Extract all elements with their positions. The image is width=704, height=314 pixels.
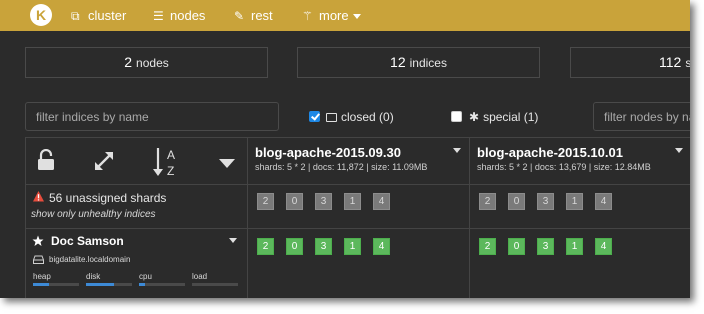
- special-checkbox[interactable]: [451, 111, 462, 122]
- index-menu-caret-icon[interactable]: [453, 148, 461, 153]
- node-name[interactable]: Doc Samson: [51, 234, 124, 248]
- shard-box[interactable]: 3: [537, 238, 554, 255]
- stat-indices-label: indices: [409, 56, 447, 70]
- asterisk-icon: ✱: [469, 110, 480, 124]
- nav-more[interactable]: ⚚ more: [302, 8, 361, 24]
- sort-z-label: Z: [167, 164, 174, 178]
- index-name[interactable]: blog-apache-2015.09.30: [255, 145, 401, 160]
- nav-more-label: more: [319, 8, 349, 23]
- sort-alpha-icon[interactable]: A Z: [153, 146, 181, 178]
- special-toggle[interactable]: ✱ special (1): [469, 110, 538, 124]
- special-label: special (1): [483, 110, 539, 124]
- shard-box[interactable]: 1: [566, 193, 583, 210]
- heap-fill: [33, 283, 50, 286]
- stat-nodes: 2 nodes: [25, 47, 268, 78]
- column-divider: [25, 137, 26, 298]
- app-window: K ⧉ cluster ☰ nodes ✎ rest ⚚ more 2 nodes 12 i…: [0, 0, 690, 298]
- cluster-overview-table: A Z blog-apache-2015.09.30 shards: 5 * 2…: [25, 137, 690, 298]
- index-meta: shards: 5 * 2 | docs: 11,872 | size: 11.…: [255, 162, 428, 172]
- stat-shards-label: s: [685, 56, 690, 70]
- nav-rest-label: rest: [251, 8, 273, 23]
- sitemap-icon: ⧉: [71, 9, 80, 23]
- index-menu-caret-icon[interactable]: [675, 148, 683, 153]
- caret-down-icon: [352, 14, 361, 20]
- cpu-label: cpu: [139, 272, 152, 281]
- closed-toggle[interactable]: closed (0): [326, 110, 394, 124]
- cpu-bar: [139, 283, 185, 286]
- stat-indices: 12 indices: [297, 47, 540, 78]
- heap-bar: [33, 283, 79, 286]
- shard-box[interactable]: 4: [373, 193, 390, 210]
- star-icon: [32, 235, 44, 246]
- expand-icon[interactable]: [93, 150, 115, 172]
- cpu-fill: [139, 283, 145, 286]
- shard-box[interactable]: 2: [479, 193, 496, 210]
- nav-nodes[interactable]: ☰ nodes: [153, 8, 205, 24]
- shard-box[interactable]: 2: [479, 238, 496, 255]
- column-divider: [247, 137, 248, 298]
- index-meta: shards: 5 * 2 | docs: 13,679 | size: 12.…: [477, 162, 651, 172]
- row-divider: [25, 137, 690, 138]
- disk-metric: disk: [86, 272, 132, 286]
- top-navbar: K ⧉ cluster ☰ nodes ✎ rest ⚚ more: [0, 0, 690, 31]
- shard-box[interactable]: 3: [315, 238, 332, 255]
- shard-box[interactable]: 2: [257, 238, 274, 255]
- hdd-icon: [33, 255, 44, 264]
- folder-icon: [326, 113, 337, 123]
- shard-box[interactable]: 4: [595, 193, 612, 210]
- shard-box[interactable]: 0: [508, 193, 525, 210]
- heap-label: heap: [33, 272, 51, 281]
- list-icon: ☰: [153, 9, 164, 23]
- magic-wand-icon: ⚚: [302, 9, 313, 23]
- closed-checkbox[interactable]: [309, 111, 320, 122]
- load-metric: load: [192, 272, 238, 286]
- node-hostname: bigdatalite.localdomain: [49, 255, 131, 264]
- app-logo[interactable]: K: [30, 4, 52, 26]
- shard-box[interactable]: 0: [286, 193, 303, 210]
- shard-box[interactable]: 3: [537, 193, 554, 210]
- heap-metric: heap: [33, 272, 79, 286]
- filter-nodes-input[interactable]: [593, 102, 690, 131]
- filter-indices-input[interactable]: [25, 102, 279, 131]
- row-divider: [25, 228, 690, 229]
- stat-shards-value: 112: [659, 54, 682, 70]
- shard-box[interactable]: 4: [373, 238, 390, 255]
- shard-box[interactable]: 0: [286, 238, 303, 255]
- load-bar: [192, 283, 238, 286]
- sort-a-label: A: [167, 148, 175, 162]
- unlock-icon[interactable]: [37, 149, 55, 171]
- index-name[interactable]: blog-apache-2015.10.01: [477, 145, 623, 160]
- edit-icon: ✎: [234, 9, 245, 23]
- nav-rest[interactable]: ✎ rest: [234, 8, 273, 24]
- stat-nodes-value: 2: [124, 54, 133, 70]
- stat-shards: 112s: [570, 47, 690, 78]
- show-unhealthy-link[interactable]: show only unhealthy indices: [31, 209, 156, 220]
- caret-down-icon[interactable]: [219, 159, 235, 169]
- shard-box[interactable]: 1: [566, 238, 583, 255]
- shard-box[interactable]: 4: [595, 238, 612, 255]
- shard-box[interactable]: 1: [344, 238, 361, 255]
- stat-indices-value: 12: [390, 54, 406, 70]
- nav-cluster-label: cluster: [88, 8, 127, 23]
- nav-nodes-label: nodes: [170, 8, 206, 23]
- stat-nodes-label: nodes: [136, 56, 169, 70]
- unassigned-shards-count: 56 unassigned shards: [49, 191, 167, 205]
- row-divider: [25, 184, 690, 185]
- load-label: load: [192, 272, 208, 281]
- disk-label: disk: [86, 272, 101, 281]
- shard-box[interactable]: 2: [257, 193, 274, 210]
- node-menu-caret-icon[interactable]: [229, 238, 237, 244]
- cpu-metric: cpu: [139, 272, 185, 286]
- shard-box[interactable]: 3: [315, 193, 332, 210]
- closed-label: closed (0): [341, 110, 394, 124]
- warning-icon: [33, 191, 44, 202]
- shard-box[interactable]: 1: [344, 193, 361, 210]
- column-divider: [469, 137, 470, 298]
- disk-fill: [86, 283, 114, 286]
- shard-box[interactable]: 0: [508, 238, 525, 255]
- nav-cluster[interactable]: ⧉ cluster: [71, 8, 126, 24]
- disk-bar: [86, 283, 132, 286]
